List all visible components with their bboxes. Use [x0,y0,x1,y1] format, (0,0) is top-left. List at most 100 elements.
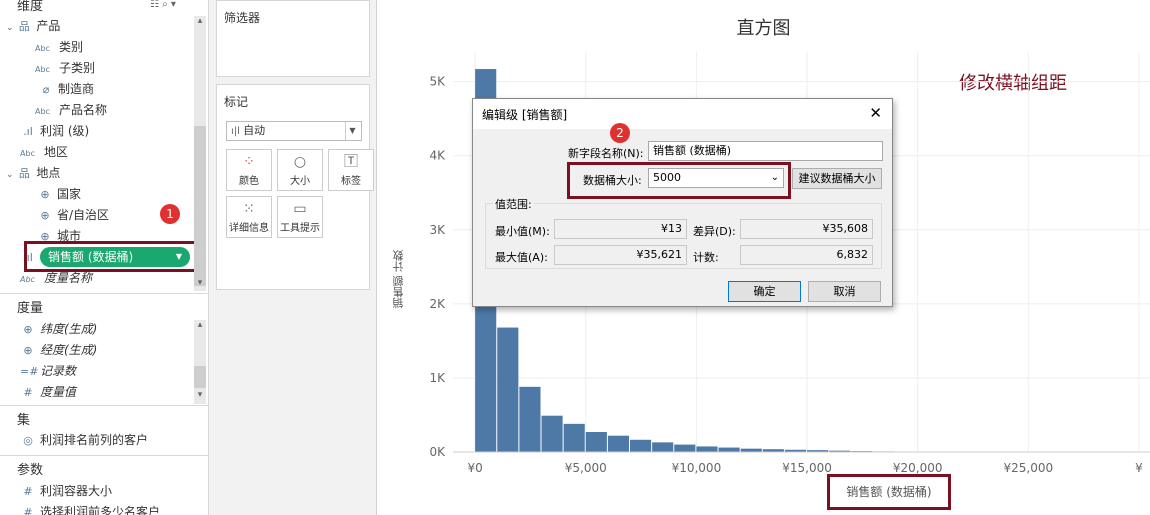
name-label: 新字段名称(N): [568,147,644,160]
measure-names-item[interactable]: Abc 度量名称 [20,268,92,289]
histogram-bar [674,444,696,452]
x-tick-label: ¥5,000 [565,461,607,475]
dim-item-province[interactable]: ⊕ 省/自治区 [37,205,109,226]
set-icon: ◎ [23,434,33,447]
filters-shelf[interactable]: 筛选器 [216,0,370,77]
hierarchy-icon: 品 [18,167,30,180]
dim-item-profit-bin[interactable]: .ıl 利润 (级) [20,121,89,142]
bin-icon: .ıl [23,125,33,138]
step-badge-1: 1 [160,204,180,224]
abc-icon: Abc [35,107,50,116]
dialog-titlebar: 编辑级 [销售额] ✕ [473,99,892,129]
measure-item-lat[interactable]: ⊕ 纬度(生成) [20,319,97,340]
tooltip-icon: ▭ [293,201,307,217]
measure-item-values[interactable]: # 度量值 [20,382,76,403]
histogram-bar [696,446,718,452]
histogram-bar [585,432,607,452]
scroll-thumb[interactable] [194,366,206,388]
x-tick-label: ¥20,000 [893,461,943,475]
bar-chart-icon: ı|l [231,126,244,137]
hash-icon: =# [20,365,39,378]
param-item-2[interactable]: # 选择利润前多少名客户 [20,502,160,515]
y-tick-label: 3K [429,223,446,237]
diff-value: ¥35,608 [740,219,873,239]
range-title: 值范围: [493,196,534,212]
max-value: ¥35,621 [554,245,687,265]
highlight-box-binsize [567,162,791,199]
count-value: 6,832 [740,245,873,265]
ok-button[interactable]: 确定 [728,281,801,302]
measures-header: 度量 [17,301,44,316]
chevron-down-icon[interactable]: ▼ [345,122,359,140]
x-tick-label: ¥15,000 [782,461,832,475]
histogram-bar [541,415,563,452]
y-tick-label: 0K [429,445,446,459]
max-label: 最大值(A): [495,251,548,264]
scroll-thumb[interactable] [194,126,206,286]
histogram-bar [563,423,585,452]
scroll-down-icon[interactable]: ▾ [194,390,206,400]
dim-item-region[interactable]: Abc 地区 [20,142,68,163]
measure-item-count[interactable]: =# 记录数 [20,361,76,382]
shelves-pane: 筛选器 标记 ı|l 自动 ▼ ⁘ 颜色 ○ 大小 🅃 标签 ⁙ 详细信息 ▭ 工具提示 [209,0,377,515]
y-tick-label: 4K [429,149,446,163]
dialog-title: 编辑级 [销售额] [482,108,568,122]
text-label-icon: 🅃 [344,154,358,170]
x-tick-label: ¥10,000 [672,461,722,475]
globe-icon: ⊕ [23,344,33,357]
paperclip-icon: ⌀ [42,83,50,96]
color-button[interactable]: ⁘ 颜色 [226,149,272,191]
close-icon[interactable]: ✕ [869,104,882,122]
dim-item-category[interactable]: Abc 类别 [35,37,83,58]
dimensions-header: 维度 [17,0,44,14]
view-toggle-icon[interactable]: ☷ ⌕ ▾ [150,0,176,15]
histogram-bar [718,447,740,452]
abc-icon: Abc [35,44,50,53]
dim-item-country[interactable]: ⊕ 国家 [37,184,81,205]
size-icon: ○ [293,154,307,170]
mark-type-select[interactable]: ı|l 自动 ▼ [226,121,362,141]
scroll-up-icon[interactable]: ▴ [194,320,206,330]
abc-icon: Abc [20,149,35,158]
tooltip-button[interactable]: ▭ 工具提示 [277,196,323,238]
dimensions-scrollbar[interactable]: ▴ ▾ [194,16,206,291]
min-label: 最小值(M): [495,225,550,238]
measures-scrollbar[interactable]: ▴ ▾ [194,320,206,404]
y-tick-label: 2K [429,297,446,311]
marks-title: 标记 [224,95,249,109]
dim-item-product[interactable]: ⌄ 品产品 [6,16,60,37]
histogram-bar [519,386,541,452]
dim-item-manufacturer[interactable]: ⌀ 制造商 [38,79,94,100]
measure-item-lng[interactable]: ⊕ 经度(生成) [20,340,97,361]
suggest-bin-size-button[interactable]: 建议数据桶大小 [792,168,882,189]
scroll-down-icon[interactable]: ▾ [194,278,206,288]
edit-bin-dialog: 编辑级 [销售额] ✕ 新字段名称(N): 销售额 (数据桶) 数据桶大小: 5… [472,98,893,307]
step-badge-2: 2 [610,123,630,143]
hierarchy-icon: 品 [18,20,30,33]
dim-item-subcategory[interactable]: Abc 子类别 [35,58,95,79]
detail-button[interactable]: ⁙ 详细信息 [226,196,272,238]
histogram-bar [497,327,519,452]
y-axis-label: 销售额 计数 [392,250,405,309]
x-tick-label: ¥25,000 [1003,461,1053,475]
set-item[interactable]: ◎ 利润排名前列的客户 [20,430,148,451]
name-field[interactable]: 销售额 (数据桶) [648,141,883,161]
hash-icon: # [23,485,33,498]
dim-item-location[interactable]: ⌄ 品地点 [6,163,60,184]
palette-icon: ⁘ [243,154,255,170]
histogram-bar [652,442,674,452]
histogram-bar [630,439,652,452]
param-item-1[interactable]: # 利润容器大小 [20,481,112,502]
label-button[interactable]: 🅃 标签 [328,149,374,191]
marks-card: 标记 ı|l 自动 ▼ ⁘ 颜色 ○ 大小 🅃 标签 ⁙ 详细信息 ▭ 工具提示 [216,84,374,290]
dim-item-product-name[interactable]: Abc 产品名称 [35,100,107,121]
detail-icon: ⁙ [243,201,255,217]
size-button[interactable]: ○ 大小 [277,149,323,191]
diff-label: 差异(D): [693,225,736,238]
filters-title: 筛选器 [224,11,261,25]
min-value: ¥13 [554,219,687,239]
globe-icon: ⊕ [23,323,33,336]
histogram-bar [607,435,630,452]
scroll-up-icon[interactable]: ▴ [194,16,206,26]
cancel-button[interactable]: 取消 [808,281,881,302]
